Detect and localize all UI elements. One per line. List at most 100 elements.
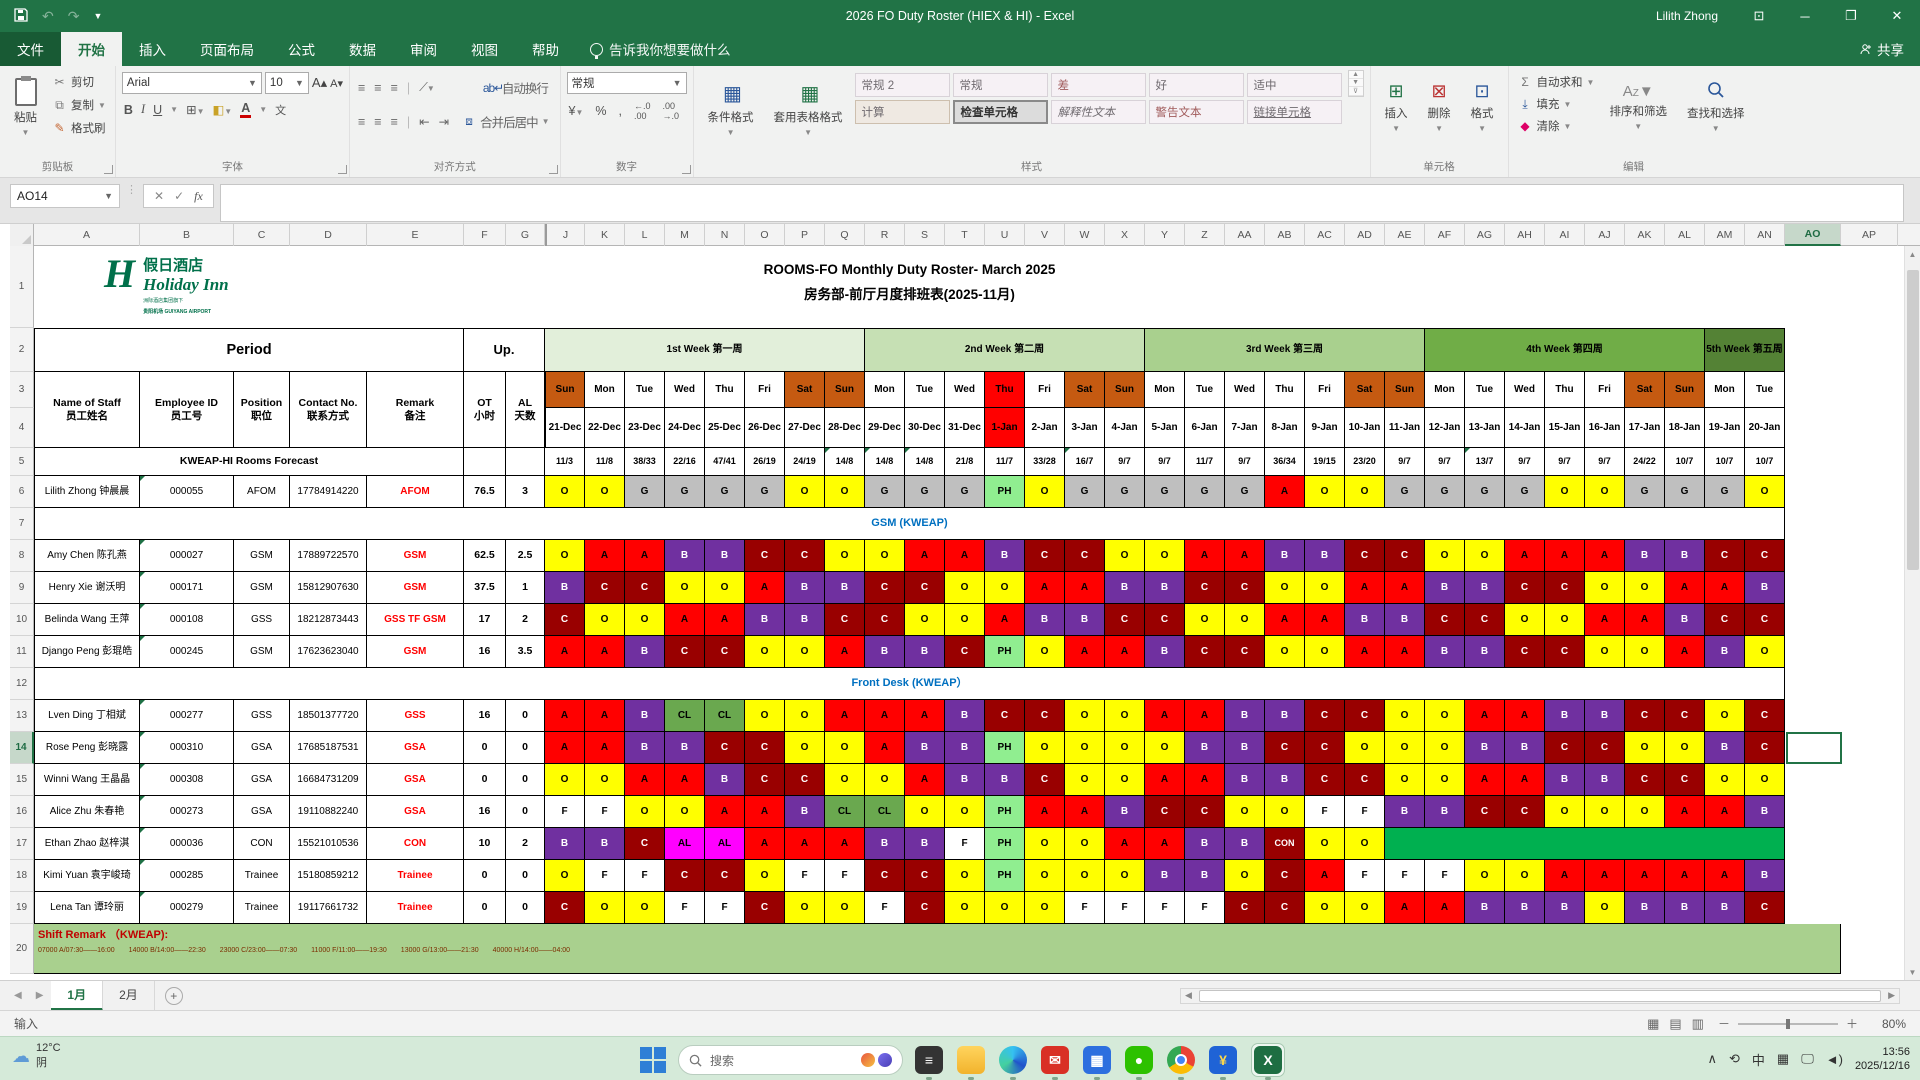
shift-cell-A[interactable]: A [1625,604,1665,636]
shift-cell-AL[interactable]: AL [665,828,705,860]
shift-cell-A[interactable]: A [705,604,745,636]
day-header-20-Jan[interactable]: Tue [1745,372,1785,408]
shift-cell-C[interactable]: C [1545,732,1585,764]
paste-button[interactable]: 粘贴 ▼ [6,70,45,144]
position-cell[interactable]: GSA [234,796,290,828]
day-header-1-Jan[interactable]: Thu [985,372,1025,408]
shift-cell-F[interactable]: F [825,860,865,892]
shift-cell-B[interactable]: B [1545,764,1585,796]
number-dialog-launcher[interactable] [681,165,691,174]
shift-cell-G[interactable]: G [905,476,945,508]
shift-remark-band[interactable]: Shift Remark （KWEAP): 07000 A/07:30——16:0… [34,924,1841,974]
ot-cell[interactable]: 10 [464,828,506,860]
shift-cell-O[interactable]: O [905,796,945,828]
shift-cell-B[interactable]: B [545,828,585,860]
staff-name-cell[interactable]: Django Peng 彭琨皓 [34,636,140,668]
shift-cell-B[interactable]: B [865,828,905,860]
shift-cell-CON[interactable]: CON [1265,828,1305,860]
column-header-Y[interactable]: Y [1145,224,1185,246]
employee-id-cell[interactable]: 000245 [140,636,234,668]
employee-id-cell[interactable]: 000108 [140,604,234,636]
shift-cell-B[interactable]: B [625,700,665,732]
column-header-AN[interactable]: AN [1745,224,1785,246]
shift-cell-O[interactable]: O [1025,732,1065,764]
shift-cell-B[interactable]: B [585,828,625,860]
row-header-9[interactable]: 9 [10,572,34,604]
employee-id-cell[interactable]: 000055 [140,476,234,508]
shift-cell-B[interactable]: B [1385,796,1425,828]
forecast-cell-19-Jan[interactable]: 10/7 [1705,448,1745,476]
column-header-T[interactable]: T [945,224,985,246]
shift-cell-C[interactable]: C [1745,700,1785,732]
position-cell[interactable]: GSM [234,636,290,668]
shift-cell-O[interactable]: O [1505,860,1545,892]
column-header-B[interactable]: B [140,224,234,246]
forecast-cell-31-Dec[interactable]: 21/8 [945,448,985,476]
column-header-AM[interactable]: AM [1705,224,1745,246]
clipboard-dialog-launcher[interactable] [103,165,113,174]
scroll-down-icon[interactable]: ▼ [1905,964,1920,980]
column-header-AE[interactable]: AE [1385,224,1425,246]
position-cell[interactable]: Trainee [234,860,290,892]
ot-cell[interactable]: 62.5 [464,540,506,572]
column-header-O[interactable]: O [745,224,785,246]
shift-cell-O[interactable]: O [585,476,625,508]
column-header-AA[interactable]: AA [1225,224,1265,246]
shift-cell-C[interactable]: C [1345,764,1385,796]
cell-style-链接单元格[interactable]: 链接单元格 [1246,100,1342,124]
shift-cell-G[interactable]: G [1385,476,1425,508]
shift-cell-G[interactable]: G [1065,476,1105,508]
shift-cell-O[interactable]: O [1625,796,1665,828]
ime-grid-icon[interactable]: ▦ [1777,1051,1789,1067]
column-header-K[interactable]: K [585,224,625,246]
day-header-9-Jan[interactable]: Fri [1305,372,1345,408]
underline-button[interactable]: U [153,103,162,117]
italic-button[interactable]: I [141,102,145,117]
scroll-up-icon[interactable]: ▲ [1905,246,1920,262]
weather-widget[interactable]: ☁ 12°C 阴 [12,1042,61,1070]
date-cell-22-Dec[interactable]: 22-Dec [585,408,625,448]
al-cell[interactable]: 3.5 [506,636,545,668]
shift-cell-O[interactable]: O [745,860,785,892]
shift-cell-O[interactable]: O [1625,732,1665,764]
column-header-W[interactable]: W [1065,224,1105,246]
shift-cell-O[interactable]: O [625,892,665,924]
shift-cell-C[interactable]: C [1025,540,1065,572]
staff-name-cell[interactable]: Lena Tan 谭玲丽 [34,892,140,924]
column-header-AD[interactable]: AD [1345,224,1385,246]
shift-cell-A[interactable]: A [1345,636,1385,668]
row-header-7[interactable]: 7 [10,508,34,540]
shift-cell-C[interactable]: C [1705,604,1745,636]
shift-cell-A[interactable]: A [1185,700,1225,732]
volume-icon[interactable]: ◄) [1826,1052,1843,1067]
shift-cell-C[interactable]: C [1745,892,1785,924]
shift-cell-O[interactable]: O [785,636,825,668]
shift-cell-B[interactable]: B [625,732,665,764]
contact-cell[interactable]: 17784914220 [290,476,367,508]
shift-cell-O[interactable]: O [705,572,745,604]
column-header-AB[interactable]: AB [1265,224,1305,246]
shift-cell-O[interactable]: O [1625,636,1665,668]
column-header-G[interactable]: G [506,224,545,246]
shift-cell-O[interactable]: O [985,892,1025,924]
shift-cell-C[interactable]: C [1265,892,1305,924]
shift-cell-O[interactable]: O [1345,892,1385,924]
contact-cell[interactable]: 19110882240 [290,796,367,828]
shift-cell-C[interactable]: C [1025,700,1065,732]
shift-cell-A[interactable]: A [865,700,905,732]
shift-cell-O[interactable]: O [1585,636,1625,668]
display-icon[interactable]: 🖵 [1801,1051,1814,1067]
forecast-cell-15-Jan[interactable]: 9/7 [1545,448,1585,476]
shift-cell-A[interactable]: A [825,636,865,668]
staff-name-cell[interactable]: Henry Xie 谢沃明 [34,572,140,604]
shift-cell-B[interactable]: B [1425,796,1465,828]
forecast-cell-22-Dec[interactable]: 11/8 [585,448,625,476]
shift-cell-A[interactable]: A [1585,604,1625,636]
shift-cell-C[interactable]: C [945,636,985,668]
forecast-cell-2-Jan[interactable]: 33/28 [1025,448,1065,476]
shift-cell-A[interactable]: A [1385,636,1425,668]
section-header-12[interactable]: Front Desk (KWEAP） [34,668,1785,700]
ribbon-tab-公式[interactable]: 公式 [271,32,332,66]
shift-cell-O[interactable]: O [1425,732,1465,764]
shift-cell-C[interactable]: C [1185,796,1225,828]
